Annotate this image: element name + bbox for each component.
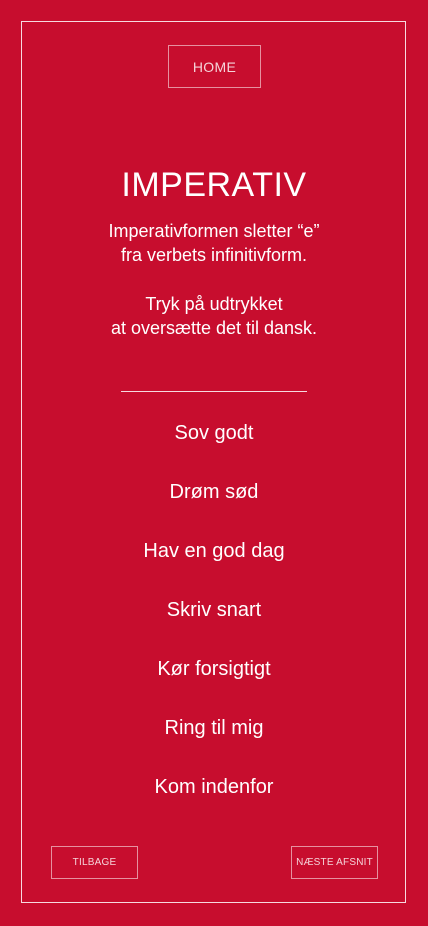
phrase-label[interactable]: Drøm sød <box>170 477 259 536</box>
phrase-label[interactable]: Ring til mig <box>165 713 264 772</box>
page-title: IMPERATIV <box>121 165 307 204</box>
phrase-item[interactable]: Drøm sød <box>0 477 428 536</box>
phrase-label[interactable]: Sov godt <box>175 418 254 477</box>
phrase-item[interactable]: Hav en god dag <box>0 536 428 595</box>
home-button[interactable]: HOME <box>168 45 261 88</box>
phrase-item[interactable]: Kør forsigtigt <box>0 654 428 713</box>
instruction: Tryk på udtrykket at oversætte det til d… <box>0 292 428 340</box>
phrase-label[interactable]: Skriv snart <box>167 595 261 654</box>
description-line-1: Imperativformen sletter “e” <box>108 221 320 241</box>
description-line-2: fra verbets infinitivform. <box>120 245 308 265</box>
phrase-label[interactable]: Kom indenfor <box>155 772 274 831</box>
phrase-label[interactable]: Kør forsigtigt <box>157 654 270 713</box>
description: Imperativformen sletter “e” fra verbets … <box>0 219 428 267</box>
instruction-line-2: at oversætte det til dansk. <box>110 318 318 338</box>
phrase-item[interactable]: Sov godt <box>0 418 428 477</box>
divider <box>121 391 307 392</box>
phrase-item[interactable]: Kom indenfor <box>0 772 428 831</box>
phrase-item[interactable]: Ring til mig <box>0 713 428 772</box>
phrase-list: Sov godt Drøm sød Hav en god dag Skriv s… <box>0 418 428 831</box>
phrase-label[interactable]: Hav en god dag <box>143 536 284 595</box>
next-section-button[interactable]: NÆSTE AFSNIT <box>291 846 378 879</box>
back-button[interactable]: TILBAGE <box>51 846 138 879</box>
phrase-item[interactable]: Skriv snart <box>0 595 428 654</box>
instruction-line-1: Tryk på udtrykket <box>145 294 283 314</box>
